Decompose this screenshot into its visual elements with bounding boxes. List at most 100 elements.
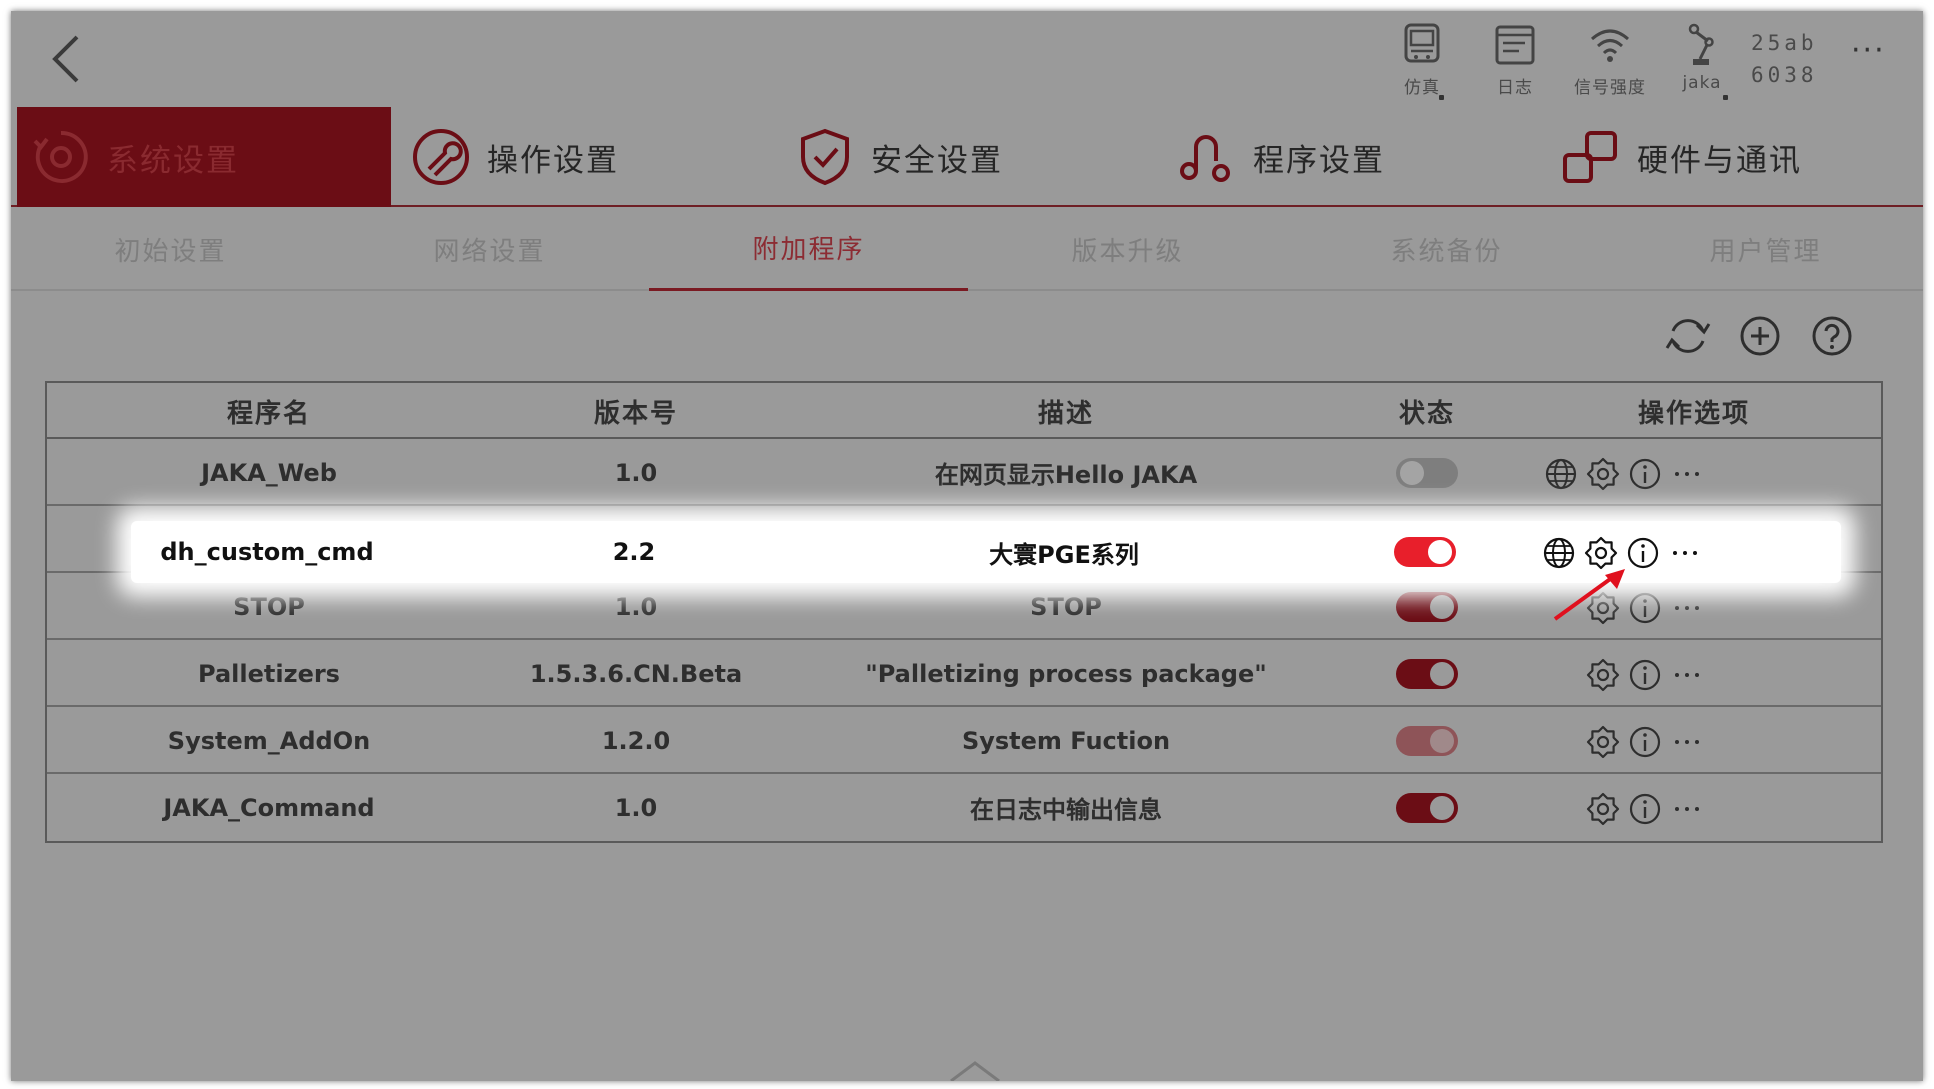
dropdown-dot — [1439, 95, 1444, 100]
tab-program-settings[interactable]: 程序设置 — [1177, 107, 1385, 207]
operations-group — [1503, 707, 1885, 774]
tab-hardware-communication[interactable]: 硬件与通讯 — [1561, 107, 1802, 207]
subtab-version-upgrade[interactable]: 版本升级 — [968, 207, 1287, 291]
dropdown-dot — [1723, 95, 1728, 100]
enable-toggle[interactable] — [1396, 792, 1458, 823]
header-operations: 操作选项 — [1637, 398, 1750, 429]
status-simulation[interactable]: 仿真 — [1382, 21, 1462, 98]
table-row[interactable]: System_AddOn 1.2.0 System Fuction — [47, 707, 1881, 774]
gear-icon[interactable] — [1585, 724, 1621, 760]
status-robot[interactable]: jaka — [1662, 21, 1742, 93]
toggle-knob — [1428, 540, 1452, 564]
table-row[interactable]: JAKA_Command 1.0 在日志中输出信息 — [47, 774, 1881, 841]
status-label-robot: jaka — [1682, 73, 1722, 93]
enable-toggle[interactable] — [1396, 658, 1458, 689]
state-cell — [1351, 573, 1503, 640]
tab-operation-settings[interactable]: 操作设置 — [411, 107, 619, 207]
info-icon[interactable] — [1627, 590, 1663, 626]
system-settings-icon — [33, 130, 88, 183]
subtab-user-management[interactable]: 用户管理 — [1606, 207, 1923, 291]
status-log[interactable]: 日志 — [1475, 21, 1555, 98]
info-icon[interactable] — [1627, 724, 1663, 760]
operations-cell — [1503, 439, 1885, 506]
help-icon[interactable] — [1807, 311, 1857, 361]
operations-cell — [1503, 707, 1885, 774]
description-cell: 大寰PGE系列 — [989, 540, 1139, 569]
operations-cell — [1503, 640, 1885, 707]
simulation-icon — [1404, 23, 1440, 63]
toggle-knob — [1430, 661, 1454, 686]
state-cell — [1351, 774, 1503, 841]
gear-icon[interactable] — [1585, 791, 1621, 827]
controller-id: 25ab 6038 — [1751, 27, 1841, 91]
program-settings-icon — [1180, 135, 1230, 182]
description-cell: 在日志中输出信息 — [970, 796, 1162, 824]
back-arrow-icon[interactable] — [45, 29, 89, 89]
description-cell: System Fuction — [961, 726, 1171, 755]
subtab-addon-programs[interactable]: 附加程序 — [649, 207, 968, 291]
chevron-up-icon[interactable] — [947, 1059, 1003, 1081]
state-cell — [1351, 640, 1503, 707]
more-menu-button[interactable]: ··· — [1851, 33, 1886, 68]
program-name-cell: STOP — [233, 592, 305, 621]
header-version: 版本号 — [593, 398, 678, 429]
version-cell: 1.0 — [614, 793, 658, 822]
add-icon[interactable] — [1735, 311, 1785, 361]
more-icon[interactable] — [1669, 791, 1705, 827]
toggle-knob — [1430, 795, 1454, 820]
gear-icon[interactable] — [1585, 456, 1621, 492]
tab-safety-settings[interactable]: 安全设置 — [795, 107, 1003, 207]
more-icon[interactable] — [1669, 456, 1705, 492]
tab-label: 硬件与通讯 — [1637, 142, 1802, 179]
wifi-icon — [1591, 29, 1629, 62]
gear-icon[interactable] — [1585, 657, 1621, 693]
program-name-cell: System_AddOn — [167, 726, 371, 755]
info-icon[interactable] — [1627, 657, 1663, 693]
subtab-initial-settings[interactable]: 初始设置 — [11, 207, 330, 291]
header-program-name: 程序名 — [226, 398, 311, 429]
state-cell — [1351, 439, 1503, 506]
more-icon[interactable] — [1669, 657, 1705, 693]
tab-label: 安全设置 — [871, 142, 1003, 179]
app-window: 仿真 日志 信号强度 jaka 25ab 6038 ··· 系统设置 操作设置 … — [11, 11, 1923, 1081]
state-cell — [1349, 521, 1501, 583]
enable-toggle[interactable] — [1394, 537, 1456, 567]
tab-system-settings[interactable]: 系统设置 — [17, 107, 391, 207]
robot-arm-icon — [1688, 23, 1714, 65]
subtab-network-settings[interactable]: 网络设置 — [330, 207, 649, 291]
enable-toggle[interactable] — [1396, 725, 1458, 756]
more-icon[interactable] — [1667, 535, 1703, 571]
version-cell: 2.2 — [612, 538, 656, 566]
table-row[interactable]: JAKA_Web 1.0 在网页显示Hello JAKA — [47, 439, 1881, 506]
operations-cell — [1503, 774, 1885, 841]
status-label-signal: 信号强度 — [1574, 78, 1646, 98]
status-signal[interactable]: 信号强度 — [1570, 21, 1650, 98]
enable-toggle[interactable] — [1396, 457, 1458, 488]
toggle-knob — [1430, 594, 1454, 619]
description-cell: "Palletizing process package" — [865, 659, 1267, 688]
annotation-arrow — [1553, 569, 1625, 621]
hardware-comm-icon — [1563, 131, 1617, 183]
table-row[interactable]: Palletizers 1.5.3.6.CN.Beta "Palletizing p… — [47, 640, 1881, 707]
info-icon[interactable] — [1627, 791, 1663, 827]
subtab-system-backup[interactable]: 系统备份 — [1287, 207, 1606, 291]
version-cell: 1.0 — [614, 458, 658, 487]
version-cell: 1.2.0 — [601, 726, 671, 755]
info-icon[interactable] — [1627, 456, 1663, 492]
program-name-cell: dh_custom_cmd — [160, 538, 374, 566]
sub-tab-bar: 初始设置 网络设置 附加程序 版本升级 系统备份 用户管理 — [11, 207, 1923, 291]
controller-id-line1: 25ab — [1751, 31, 1818, 55]
safety-shield-icon — [801, 128, 849, 186]
toggle-knob — [1430, 728, 1454, 753]
more-icon[interactable] — [1669, 590, 1705, 626]
top-bar: 仿真 日志 信号强度 jaka 25ab 6038 ··· — [11, 11, 1923, 107]
description-cell: STOP — [1030, 592, 1102, 621]
globe-icon[interactable] — [1543, 456, 1579, 492]
more-icon[interactable] — [1669, 724, 1705, 760]
enable-toggle[interactable] — [1396, 591, 1458, 622]
toggle-knob — [1400, 460, 1424, 485]
description-cell: 在网页显示Hello JAKA — [934, 461, 1198, 489]
tab-label: 程序设置 — [1253, 142, 1385, 179]
status-label-simulation: 仿真 — [1404, 78, 1440, 98]
refresh-icon[interactable] — [1663, 311, 1713, 361]
